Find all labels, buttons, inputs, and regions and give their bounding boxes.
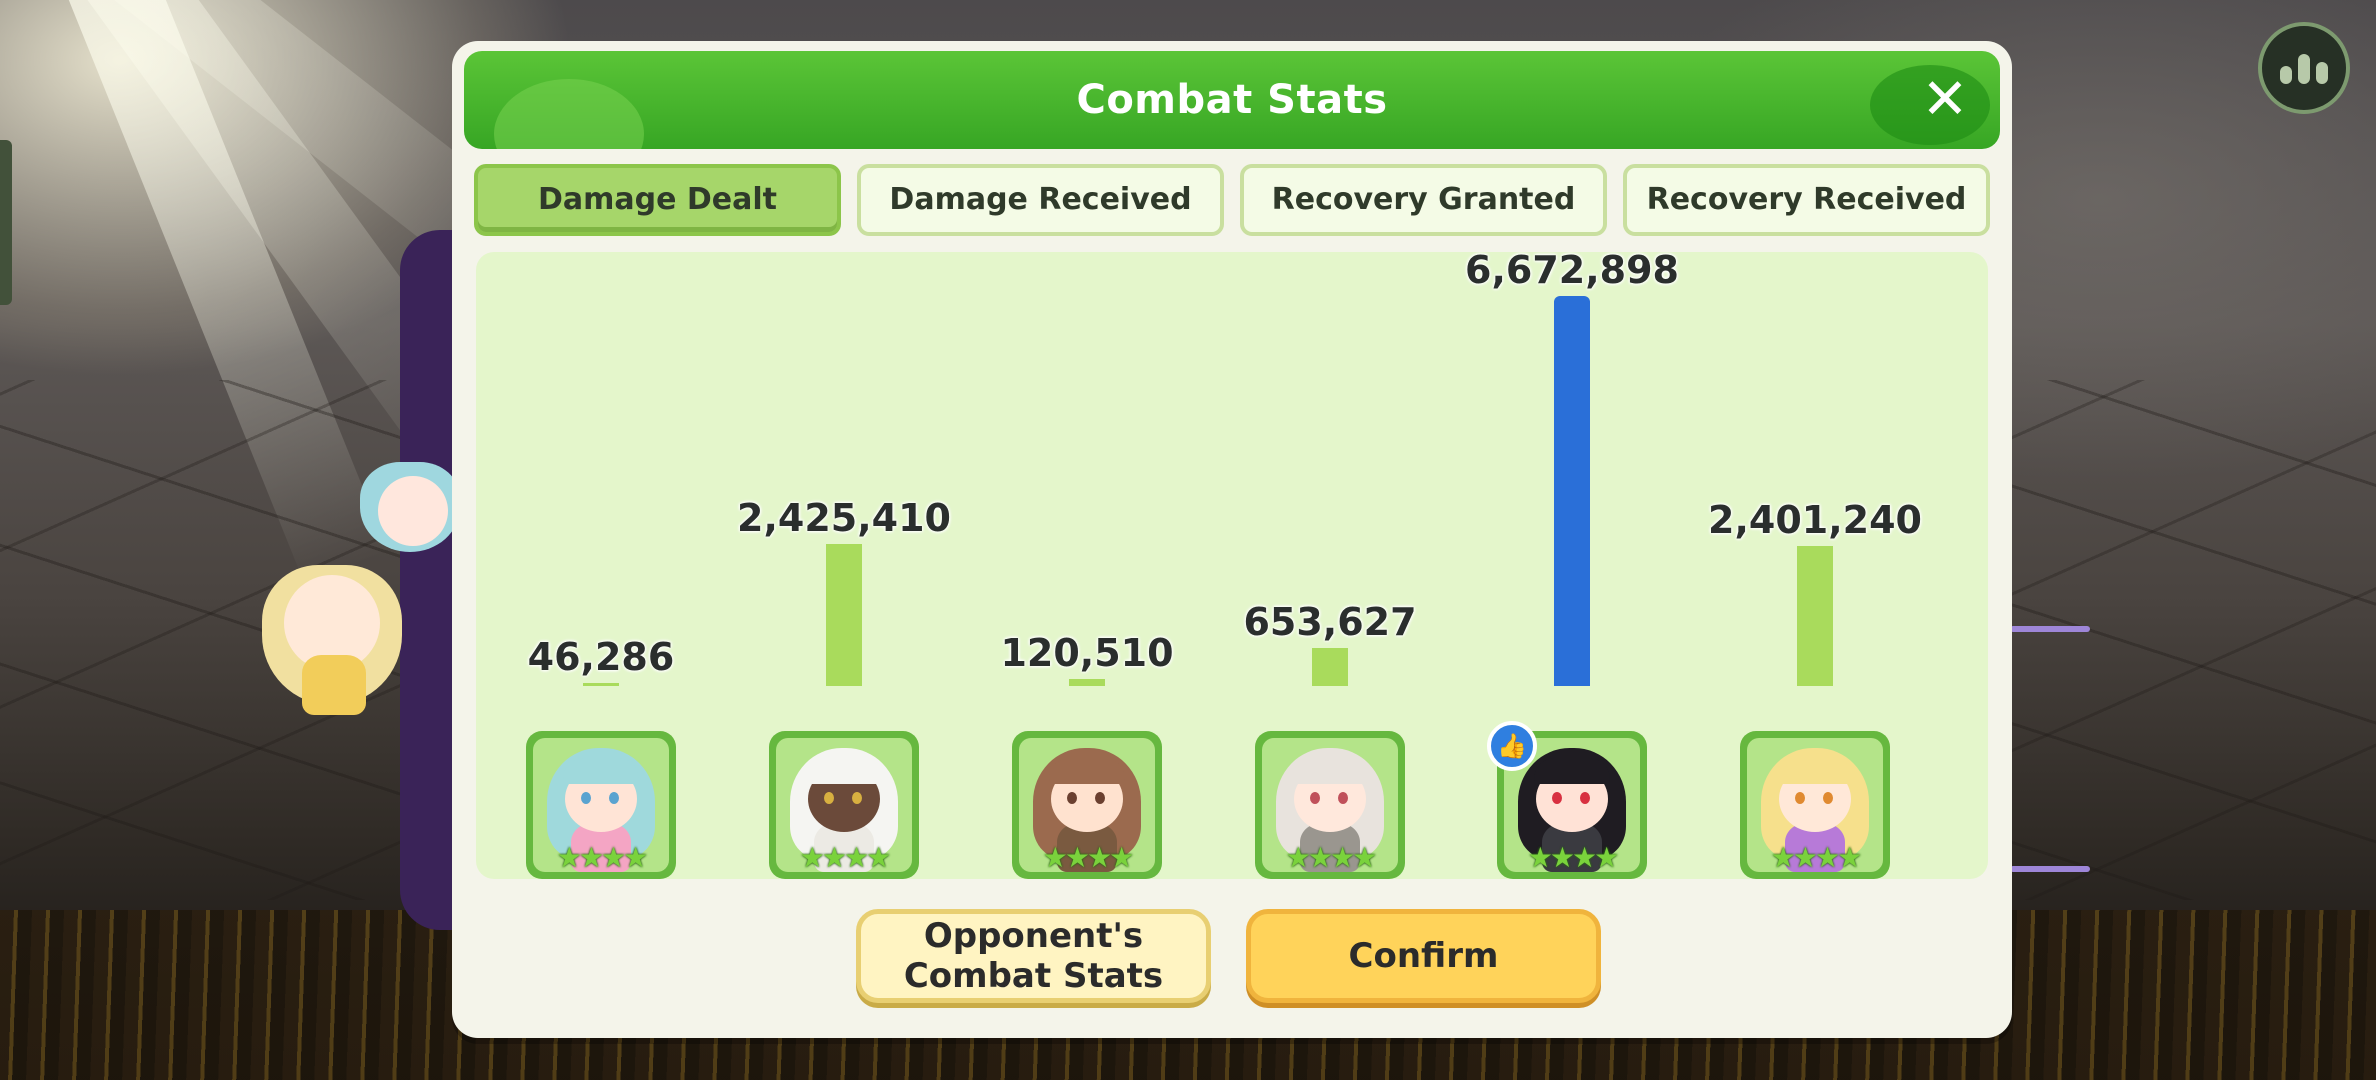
hero-portrait[interactable]: ★★★★ [1255, 731, 1405, 879]
background-character-blonde [262, 555, 422, 725]
star-rating: ★★★★ [1770, 841, 1862, 872]
star-rating: ★★★★ [556, 841, 648, 872]
confirm-button[interactable]: Confirm [1246, 909, 1601, 1003]
damage-bar-chart: 46,286 ★★★★ 2,425,410 ★★★★ 120,510 ★★★★ 653,62… [476, 248, 1988, 879]
damage-value-label: 2,401,240 [1708, 497, 1922, 542]
hero-column: 6,672,898 ★★★★ 👍 [1465, 248, 1679, 879]
stats-tabs: Damage Dealt Damage Received Recovery Gr… [474, 164, 1990, 238]
opponent-combat-stats-button[interactable]: Opponent's Combat Stats [856, 909, 1211, 1003]
damage-bar [826, 544, 862, 686]
damage-bar [1797, 545, 1833, 686]
damage-bar [1069, 678, 1105, 686]
hero-column: 2,425,410 ★★★★ [737, 252, 951, 879]
damage-value-label: 2,425,410 [737, 496, 951, 541]
damage-bar [1312, 647, 1348, 686]
star-rating: ★★★★ [1527, 841, 1619, 872]
tab-recovery-granted[interactable]: Recovery Granted [1240, 164, 1607, 236]
hero-portrait[interactable]: ★★★★ 👍 [1487, 721, 1647, 879]
star-rating: ★★★★ [1042, 841, 1134, 872]
hero-portrait[interactable]: ★★★★ [1740, 731, 1890, 879]
close-icon[interactable]: ✕ [1918, 72, 1972, 128]
star-rating: ★★★★ [799, 841, 891, 872]
bar-chart-icon[interactable] [2258, 22, 2350, 114]
thumbs-up-icon: 👍 [1487, 721, 1537, 771]
tab-recovery-received[interactable]: Recovery Received [1623, 164, 1990, 236]
tab-damage-received[interactable]: Damage Received [857, 164, 1224, 236]
damage-bar [583, 683, 619, 686]
dialog-title: Combat Stats [1076, 77, 1388, 123]
hero-column: 653,627 ★★★★ [1243, 252, 1417, 879]
damage-value-label: 46,286 [527, 635, 675, 680]
hero-portrait[interactable]: ★★★★ [1012, 731, 1162, 879]
hero-column: 46,286 ★★★★ [526, 252, 676, 879]
hero-column: 2,401,240 ★★★★ [1708, 252, 1922, 879]
damage-value-label: 653,627 [1243, 599, 1417, 644]
hero-column: 120,510 ★★★★ [1000, 252, 1174, 879]
tab-damage-dealt[interactable]: Damage Dealt [474, 164, 841, 236]
star-rating: ★★★★ [1285, 841, 1377, 872]
damage-bar [1554, 296, 1590, 686]
hero-portrait[interactable]: ★★★★ [526, 731, 676, 879]
dialog-header: Combat Stats ✕ [464, 51, 2000, 149]
combat-stats-dialog: Combat Stats ✕ Damage Dealt Damage Recei… [452, 41, 2012, 1038]
hero-portrait[interactable]: ★★★★ [769, 731, 919, 879]
damage-value-label: 6,672,898 [1465, 248, 1679, 292]
damage-value-label: 120,510 [1000, 630, 1174, 675]
